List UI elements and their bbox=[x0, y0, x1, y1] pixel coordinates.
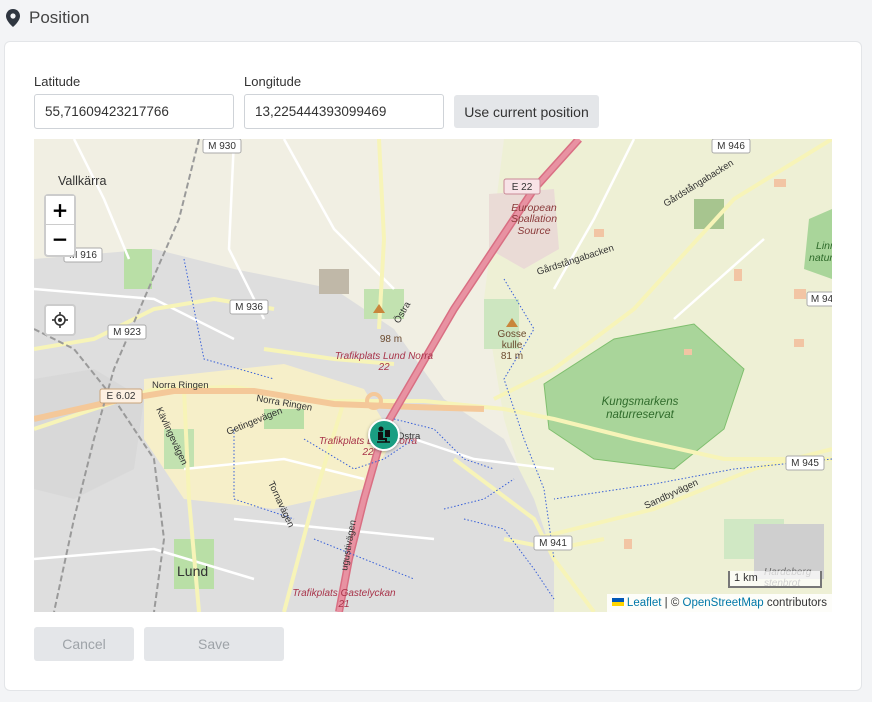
use-current-position-button[interactable]: Use current position bbox=[454, 95, 599, 128]
road-shield-m923: M 923 bbox=[107, 324, 147, 340]
svg-text:M 945: M 945 bbox=[791, 458, 819, 469]
latitude-input[interactable] bbox=[34, 94, 234, 129]
svg-text:E 6.02: E 6.02 bbox=[107, 391, 136, 402]
section-title: Position bbox=[29, 8, 90, 27]
road-shield-m946: M 946 bbox=[711, 139, 751, 154]
map-view[interactable]: Vallkärra Lund European Spallation Sourc… bbox=[34, 139, 832, 612]
road-shield-e602: E 6.02 bbox=[99, 388, 143, 404]
location-marker[interactable] bbox=[368, 419, 400, 451]
section-header: Position bbox=[0, 0, 872, 38]
zoom-out-button[interactable]: − bbox=[46, 225, 74, 254]
longitude-label: Longitude bbox=[244, 74, 302, 89]
crosshair-icon bbox=[52, 312, 68, 328]
svg-text:M 946: M 946 bbox=[717, 141, 745, 152]
map-scale: 1 km bbox=[728, 571, 822, 588]
road-shield-m930: M 930 bbox=[202, 139, 242, 154]
svg-text:M 94: M 94 bbox=[811, 294, 832, 305]
road-shield-m94: M 94 bbox=[806, 291, 832, 307]
ukraine-flag-icon bbox=[611, 598, 624, 606]
svg-text:M 923: M 923 bbox=[113, 327, 141, 338]
svg-text:M 941: M 941 bbox=[539, 538, 567, 549]
cancel-button[interactable]: Cancel bbox=[34, 627, 134, 661]
openstreetmap-link[interactable]: OpenStreetMap bbox=[683, 597, 764, 609]
save-button[interactable]: Save bbox=[144, 627, 284, 661]
attribution-separator: | © bbox=[664, 597, 680, 609]
leaflet-link[interactable]: Leaflet bbox=[627, 597, 662, 609]
svg-text:M 930: M 930 bbox=[208, 141, 236, 152]
latitude-label: Latitude bbox=[34, 74, 81, 89]
zoom-in-button[interactable]: + bbox=[46, 196, 74, 225]
road-shields: M 930 M 946 E 22 M 916 M 936 M 923 M 94 … bbox=[63, 139, 832, 551]
road-shield-m936: M 936 bbox=[229, 299, 269, 315]
longitude-input[interactable] bbox=[244, 94, 444, 129]
worker-icon bbox=[377, 426, 390, 443]
road-shield-m941: M 941 bbox=[533, 535, 573, 551]
map-attribution: Leaflet | © OpenStreetMap contributors bbox=[606, 594, 832, 612]
map-pin-icon bbox=[6, 9, 20, 27]
road-shield-m945: M 945 bbox=[785, 455, 825, 471]
svg-text:M 936: M 936 bbox=[235, 302, 263, 313]
locate-me-button[interactable] bbox=[44, 304, 76, 336]
attribution-suffix: contributors bbox=[766, 597, 827, 609]
road-shield-e22: E 22 bbox=[503, 178, 541, 195]
zoom-control: + − bbox=[44, 194, 76, 257]
svg-text:E 22: E 22 bbox=[512, 182, 533, 193]
